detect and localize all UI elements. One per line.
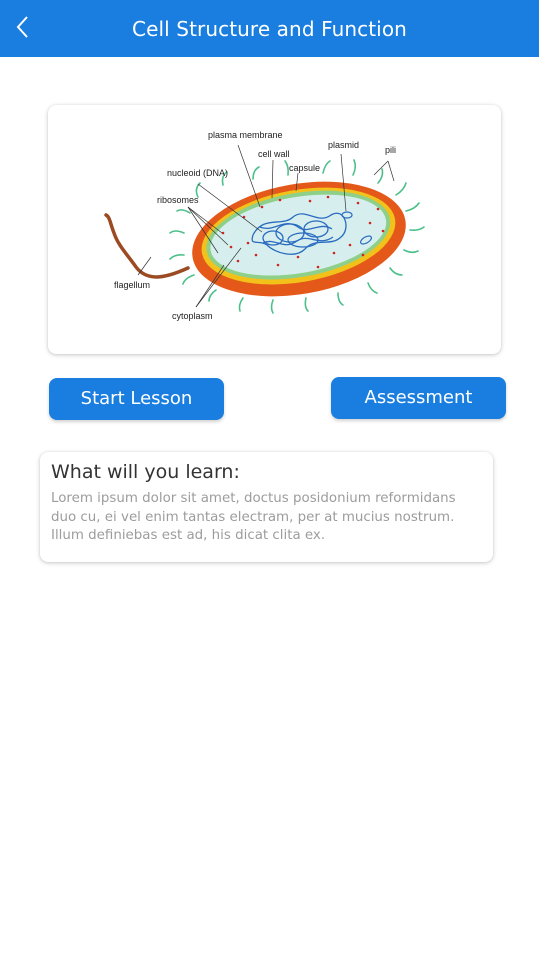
flagellum-shape <box>104 213 190 279</box>
page-title: Cell Structure and Function <box>132 17 407 41</box>
label-cell-wall: cell wall <box>258 149 290 159</box>
start-lesson-button[interactable]: Start Lesson <box>49 378 224 420</box>
label-pili: pili <box>385 145 396 155</box>
label-flagellum: flagellum <box>114 280 150 290</box>
label-capsule: capsule <box>289 163 320 173</box>
label-plasmid: plasmid <box>328 140 359 150</box>
learn-card: What will you learn: Lorem ipsum dolor s… <box>40 452 493 562</box>
learn-heading: What will you learn: <box>51 461 240 483</box>
label-nucleoid: nucleoid (DNA) <box>167 168 228 178</box>
learn-description: Lorem ipsum dolor sit amet, doctus posid… <box>51 491 456 543</box>
label-cytoplasm: cytoplasm <box>172 311 213 321</box>
assessment-button[interactable]: Assessment <box>331 377 506 419</box>
label-plasma-membrane: plasma membrane <box>208 130 283 140</box>
top-app-bar: Cell Structure and Function <box>0 0 539 57</box>
label-ribosomes: ribosomes <box>157 195 199 205</box>
cell-diagram-card: plasma membrane cell wall plasmid pili n… <box>48 105 501 354</box>
bacterial-cell-diagram: plasma membrane cell wall plasmid pili n… <box>104 130 425 321</box>
